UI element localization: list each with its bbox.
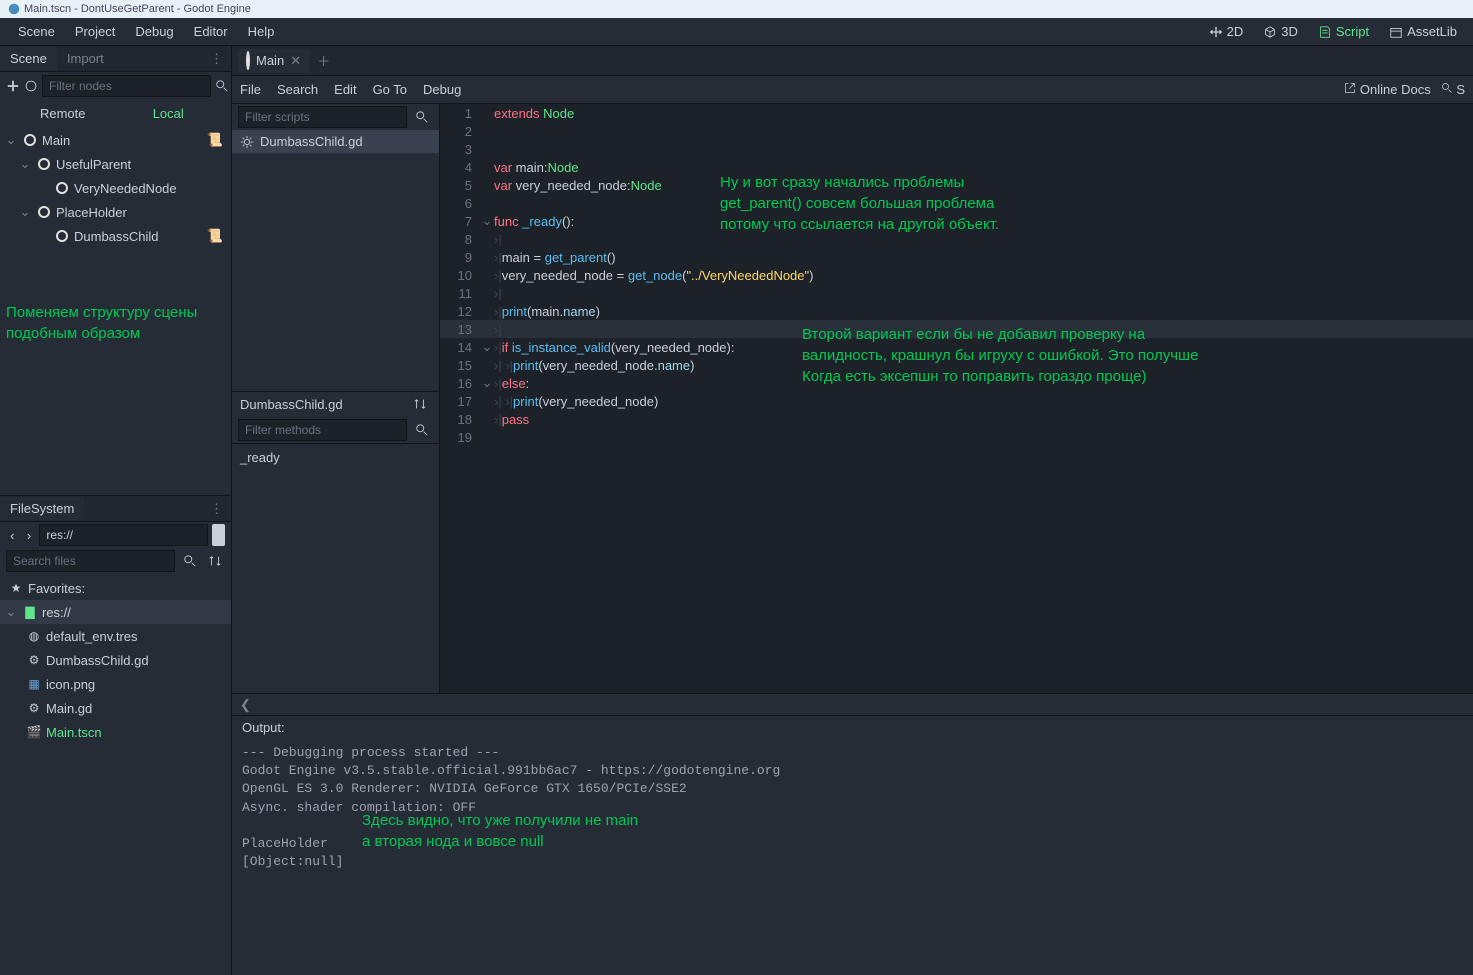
path-input[interactable] bbox=[39, 524, 208, 546]
add-node-button[interactable] bbox=[6, 75, 20, 97]
scene-tab-main[interactable]: Main ✕ bbox=[238, 49, 309, 73]
tab-filesystem[interactable]: FileSystem bbox=[0, 497, 84, 520]
dock-menu-icon[interactable]: ⋮ bbox=[202, 501, 231, 517]
assetlib-icon bbox=[1389, 25, 1403, 39]
script-menu-search[interactable]: Search bbox=[277, 82, 318, 97]
online-docs-link[interactable]: Online Docs bbox=[1344, 82, 1430, 97]
main-menubar: Scene Project Debug Editor Help 2D 3D Sc… bbox=[0, 18, 1473, 46]
tab-import[interactable]: Import bbox=[57, 47, 114, 70]
mode-assetlib[interactable]: AssetLib bbox=[1381, 20, 1465, 43]
mode-2d[interactable]: 2D bbox=[1201, 20, 1252, 43]
file-row[interactable]: ▦ icon.png bbox=[0, 672, 231, 696]
search-help-icon bbox=[1441, 82, 1453, 94]
window-titlebar: Main.tscn - DontUseGetParent - Godot Eng… bbox=[0, 0, 1473, 18]
sort-icon[interactable] bbox=[409, 393, 431, 415]
window-title: Main.tscn - DontUseGetParent - Godot Eng… bbox=[24, 3, 251, 15]
code-editor[interactable]: 1extends Node 2 3 4var main:Node 5var ve… bbox=[440, 104, 1473, 693]
filesystem-dock: FileSystem ⋮ ‹ › ★ Favorites: ⌄ ▇ res://… bbox=[0, 496, 231, 975]
sort-icon[interactable] bbox=[204, 550, 225, 572]
node-icon bbox=[22, 132, 38, 148]
node-icon bbox=[36, 204, 52, 220]
tree-node-dumbasschild[interactable]: DumbassChild 📜 bbox=[0, 224, 231, 248]
search-icon[interactable] bbox=[411, 419, 433, 441]
scene-tab-bar: Main ✕ ＋ bbox=[232, 46, 1473, 76]
search-files-input[interactable] bbox=[6, 550, 175, 572]
gear-icon: ⚙ bbox=[26, 652, 42, 668]
add-tab-button[interactable]: ＋ bbox=[309, 47, 338, 74]
output-panel: Output: --- Debugging process started --… bbox=[232, 715, 1473, 975]
output-label: Output: bbox=[232, 716, 1473, 740]
scene-icon: 🎬 bbox=[26, 724, 42, 740]
script-list-item[interactable]: DumbassChild.gd bbox=[232, 130, 439, 153]
menu-project[interactable]: Project bbox=[65, 20, 125, 43]
godot-icon bbox=[8, 3, 20, 15]
tab-scene[interactable]: Scene bbox=[0, 47, 57, 70]
node-icon bbox=[246, 53, 250, 68]
search-icon[interactable] bbox=[179, 550, 200, 572]
script-menu-file[interactable]: File bbox=[240, 82, 261, 97]
gear-icon bbox=[240, 135, 254, 149]
remote-tab[interactable]: Remote bbox=[10, 106, 116, 121]
script-icon bbox=[1318, 25, 1332, 39]
script-menu-edit[interactable]: Edit bbox=[334, 82, 356, 97]
file-row[interactable]: ⚙ Main.gd bbox=[0, 696, 231, 720]
script-menu-goto[interactable]: Go To bbox=[373, 82, 407, 97]
scene-dock: Scene Import ⋮ Remote Local ⌄ Main 📜 ⌄ U… bbox=[0, 46, 231, 496]
file-row[interactable]: ◍ default_env.tres bbox=[0, 624, 231, 648]
arrows-icon bbox=[1209, 25, 1223, 39]
script-list-panel: DumbassChild.gd DumbassChild.gd _ready bbox=[232, 104, 440, 693]
image-icon: ▦ bbox=[26, 676, 42, 692]
search-icon[interactable] bbox=[411, 106, 433, 128]
filter-nodes-input[interactable] bbox=[42, 75, 211, 97]
env-icon: ◍ bbox=[26, 628, 42, 644]
node-icon bbox=[54, 180, 70, 196]
method-list[interactable]: _ready bbox=[232, 443, 439, 694]
search-help-button[interactable]: S bbox=[1441, 82, 1465, 97]
current-script-label: DumbassChild.gd bbox=[232, 391, 439, 417]
instance-button[interactable] bbox=[24, 75, 38, 97]
folder-icon: ▇ bbox=[22, 604, 38, 620]
tree-node-veryneedednode[interactable]: VeryNeededNode bbox=[0, 176, 231, 200]
script-menu-debug[interactable]: Debug bbox=[423, 82, 461, 97]
scene-tree: ⌄ Main 📜 ⌄ UsefulParent VeryNeededNode ⌄… bbox=[0, 126, 231, 495]
script-attached-icon[interactable]: 📜 bbox=[207, 132, 223, 148]
star-icon: ★ bbox=[8, 580, 24, 596]
mode-3d[interactable]: 3D bbox=[1255, 20, 1306, 43]
script-attached-icon[interactable]: 📜 bbox=[207, 228, 223, 244]
panel-collapse-button[interactable]: ❮ bbox=[232, 693, 1473, 715]
script-menubar: File Search Edit Go To Debug Online Docs… bbox=[232, 76, 1473, 104]
menu-help[interactable]: Help bbox=[238, 20, 285, 43]
search-icon[interactable] bbox=[215, 75, 229, 97]
file-row[interactable]: 🎬 Main.tscn bbox=[0, 720, 231, 744]
cube-icon bbox=[1263, 25, 1277, 39]
output-log[interactable]: --- Debugging process started --- Godot … bbox=[232, 740, 1473, 975]
local-tab[interactable]: Local bbox=[116, 106, 222, 121]
view-mode-toggle[interactable] bbox=[212, 524, 225, 546]
favorites-row[interactable]: ★ Favorites: bbox=[0, 576, 231, 600]
filter-scripts-input[interactable] bbox=[238, 106, 407, 128]
filter-methods-input[interactable] bbox=[238, 419, 407, 441]
gear-icon: ⚙ bbox=[26, 700, 42, 716]
tree-node-placeholder[interactable]: ⌄ PlaceHolder bbox=[0, 200, 231, 224]
nav-forward-button[interactable]: › bbox=[23, 524, 36, 546]
mode-script[interactable]: Script bbox=[1310, 20, 1377, 43]
dock-menu-icon[interactable]: ⋮ bbox=[202, 51, 231, 67]
file-row[interactable]: ⚙ DumbassChild.gd bbox=[0, 648, 231, 672]
tree-node-usefulparent[interactable]: ⌄ UsefulParent bbox=[0, 152, 231, 176]
res-root-row[interactable]: ⌄ ▇ res:// bbox=[0, 600, 231, 624]
menu-debug[interactable]: Debug bbox=[125, 20, 183, 43]
node-icon bbox=[54, 228, 70, 244]
menu-editor[interactable]: Editor bbox=[184, 20, 238, 43]
menu-scene[interactable]: Scene bbox=[8, 20, 65, 43]
nav-back-button[interactable]: ‹ bbox=[6, 524, 19, 546]
tree-node-main[interactable]: ⌄ Main 📜 bbox=[0, 128, 231, 152]
node-icon bbox=[36, 156, 52, 172]
external-link-icon bbox=[1344, 82, 1356, 94]
close-tab-icon[interactable]: ✕ bbox=[290, 53, 301, 69]
